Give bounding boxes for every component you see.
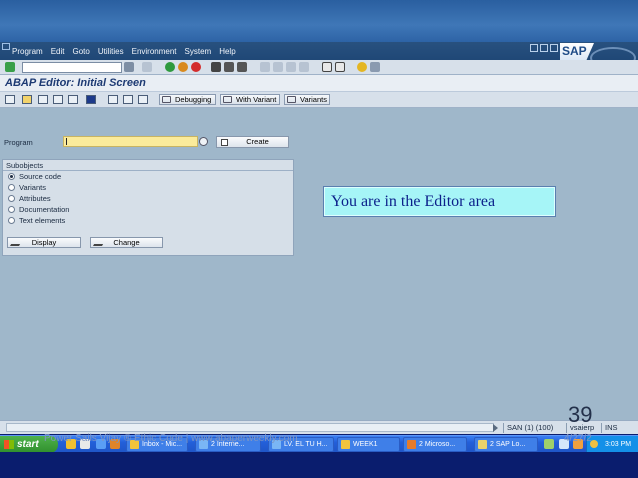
powerpoint-icon [407,440,416,449]
change-button[interactable]: Change [90,237,163,248]
page-title: ABAP Editor: Initial Screen [5,77,146,89]
menu-goto[interactable]: Goto [72,47,89,56]
insert-mode[interactable]: INS [601,423,631,433]
menu-utilities[interactable]: Utilities [98,47,124,56]
test-icon[interactable] [53,95,63,104]
last-page-icon[interactable] [299,62,309,72]
radio-source-code[interactable]: Source code [8,172,61,181]
command-dropdown-icon[interactable] [124,62,134,72]
radio-variants[interactable]: Variants [8,183,46,192]
info-icon[interactable] [86,95,96,104]
check-icon[interactable] [22,95,32,104]
shortcut-icon[interactable] [335,62,345,72]
radio-documentation[interactable]: Documentation [8,205,69,214]
next-page-icon[interactable] [286,62,296,72]
variants-icon [287,96,296,103]
debugging-button[interactable]: Debugging [159,94,216,105]
program-search-help-icon[interactable] [199,137,208,146]
radio-icon [8,195,15,202]
divider [3,170,293,171]
tray-status-icon[interactable] [544,439,554,449]
system-tray: 3:03 PM [586,436,638,453]
program-label: Program [4,138,33,147]
taskbar-item-week1[interactable]: WEEK1 [337,437,400,452]
status-message-field [6,423,494,432]
taskbar-item-microsoft[interactable]: 2 Microso... [403,437,467,452]
top-banner [0,0,638,42]
folder-icon [341,440,350,449]
where-used-icon[interactable] [68,95,78,104]
menu-system[interactable]: System [185,47,212,56]
windows-flag-icon [4,440,14,449]
with-variant-button[interactable]: With Variant [220,94,280,105]
taskbar-item-sap-logon[interactable]: 2 SAP Lo... [474,437,538,452]
first-page-icon[interactable] [260,62,270,72]
other-object-icon[interactable] [5,95,15,104]
print-icon[interactable] [211,62,221,72]
create-button[interactable]: Create [216,136,289,148]
menu-program[interactable]: Program [12,47,43,56]
radio-icon [8,217,15,224]
radio-icon [8,206,15,213]
layout-menu-icon[interactable] [370,62,380,72]
display-button[interactable]: Display [7,237,81,248]
debugging-icon [162,96,171,103]
callout-text: You are in the Editor area [331,193,496,210]
subobjects-group: Subobjects Source code Variants Attribut… [2,159,294,256]
application-toolbar: Debugging With Variant Variants [0,92,638,108]
display-icon [9,239,24,246]
close-icon[interactable] [550,44,558,52]
system-menu-icon[interactable] [2,43,10,50]
copy-icon[interactable] [123,95,133,104]
command-field[interactable] [22,62,122,73]
find-next-icon[interactable] [237,62,247,72]
activate-icon[interactable] [38,95,48,104]
sap-logon-icon [478,440,487,449]
slide-footer: Power Sails Vijay ® Ethic Code | www.aba… [44,433,298,444]
back-icon[interactable] [165,62,175,72]
previous-page-icon[interactable] [273,62,283,72]
radio-attributes[interactable]: Attributes [8,194,51,203]
help-icon[interactable] [357,62,367,72]
status-expand-icon[interactable] [493,424,498,432]
text-caret [66,138,67,145]
radio-icon [8,184,15,191]
menu-environment[interactable]: Environment [132,47,177,56]
menu-edit[interactable]: Edit [51,47,65,56]
maximize-icon[interactable] [540,44,548,52]
system-info[interactable]: SAN (1) (100) [503,423,565,433]
with-variant-icon [223,96,232,103]
bottom-band [0,452,638,478]
status-bar: SAN (1) (100) vsaierp INS [0,420,638,434]
editor-area-callout: You are in the Editor area [323,186,556,217]
exit-icon[interactable] [178,62,188,72]
slide-date: 4/27/2 [564,433,592,444]
find-icon[interactable] [224,62,234,72]
rename-icon[interactable] [138,95,148,104]
new-session-icon[interactable] [322,62,332,72]
pencil-icon [92,239,107,246]
cancel-icon[interactable] [191,62,201,72]
delete-icon[interactable] [108,95,118,104]
menu-help[interactable]: Help [219,47,235,56]
variants-button[interactable]: Variants [284,94,330,105]
standard-toolbar [0,60,638,75]
radio-selected-icon [8,173,15,180]
program-input[interactable] [63,136,198,147]
enter-icon[interactable] [5,62,15,72]
window-buttons [530,44,558,52]
title-bar: ABAP Editor: Initial Screen [0,75,638,92]
save-icon[interactable] [142,62,152,72]
work-area: Program Create Subobjects Source code Va… [0,108,638,420]
radio-text-elements[interactable]: Text elements [8,216,65,225]
minimize-icon[interactable] [530,44,538,52]
create-icon [221,139,228,146]
subobjects-title: Subobjects [6,161,44,170]
slide-page-number: 39 [568,402,593,427]
clock[interactable]: 3:03 PM [605,436,631,453]
menu-bar: Program Edit Goto Utilities Environment … [0,42,638,69]
